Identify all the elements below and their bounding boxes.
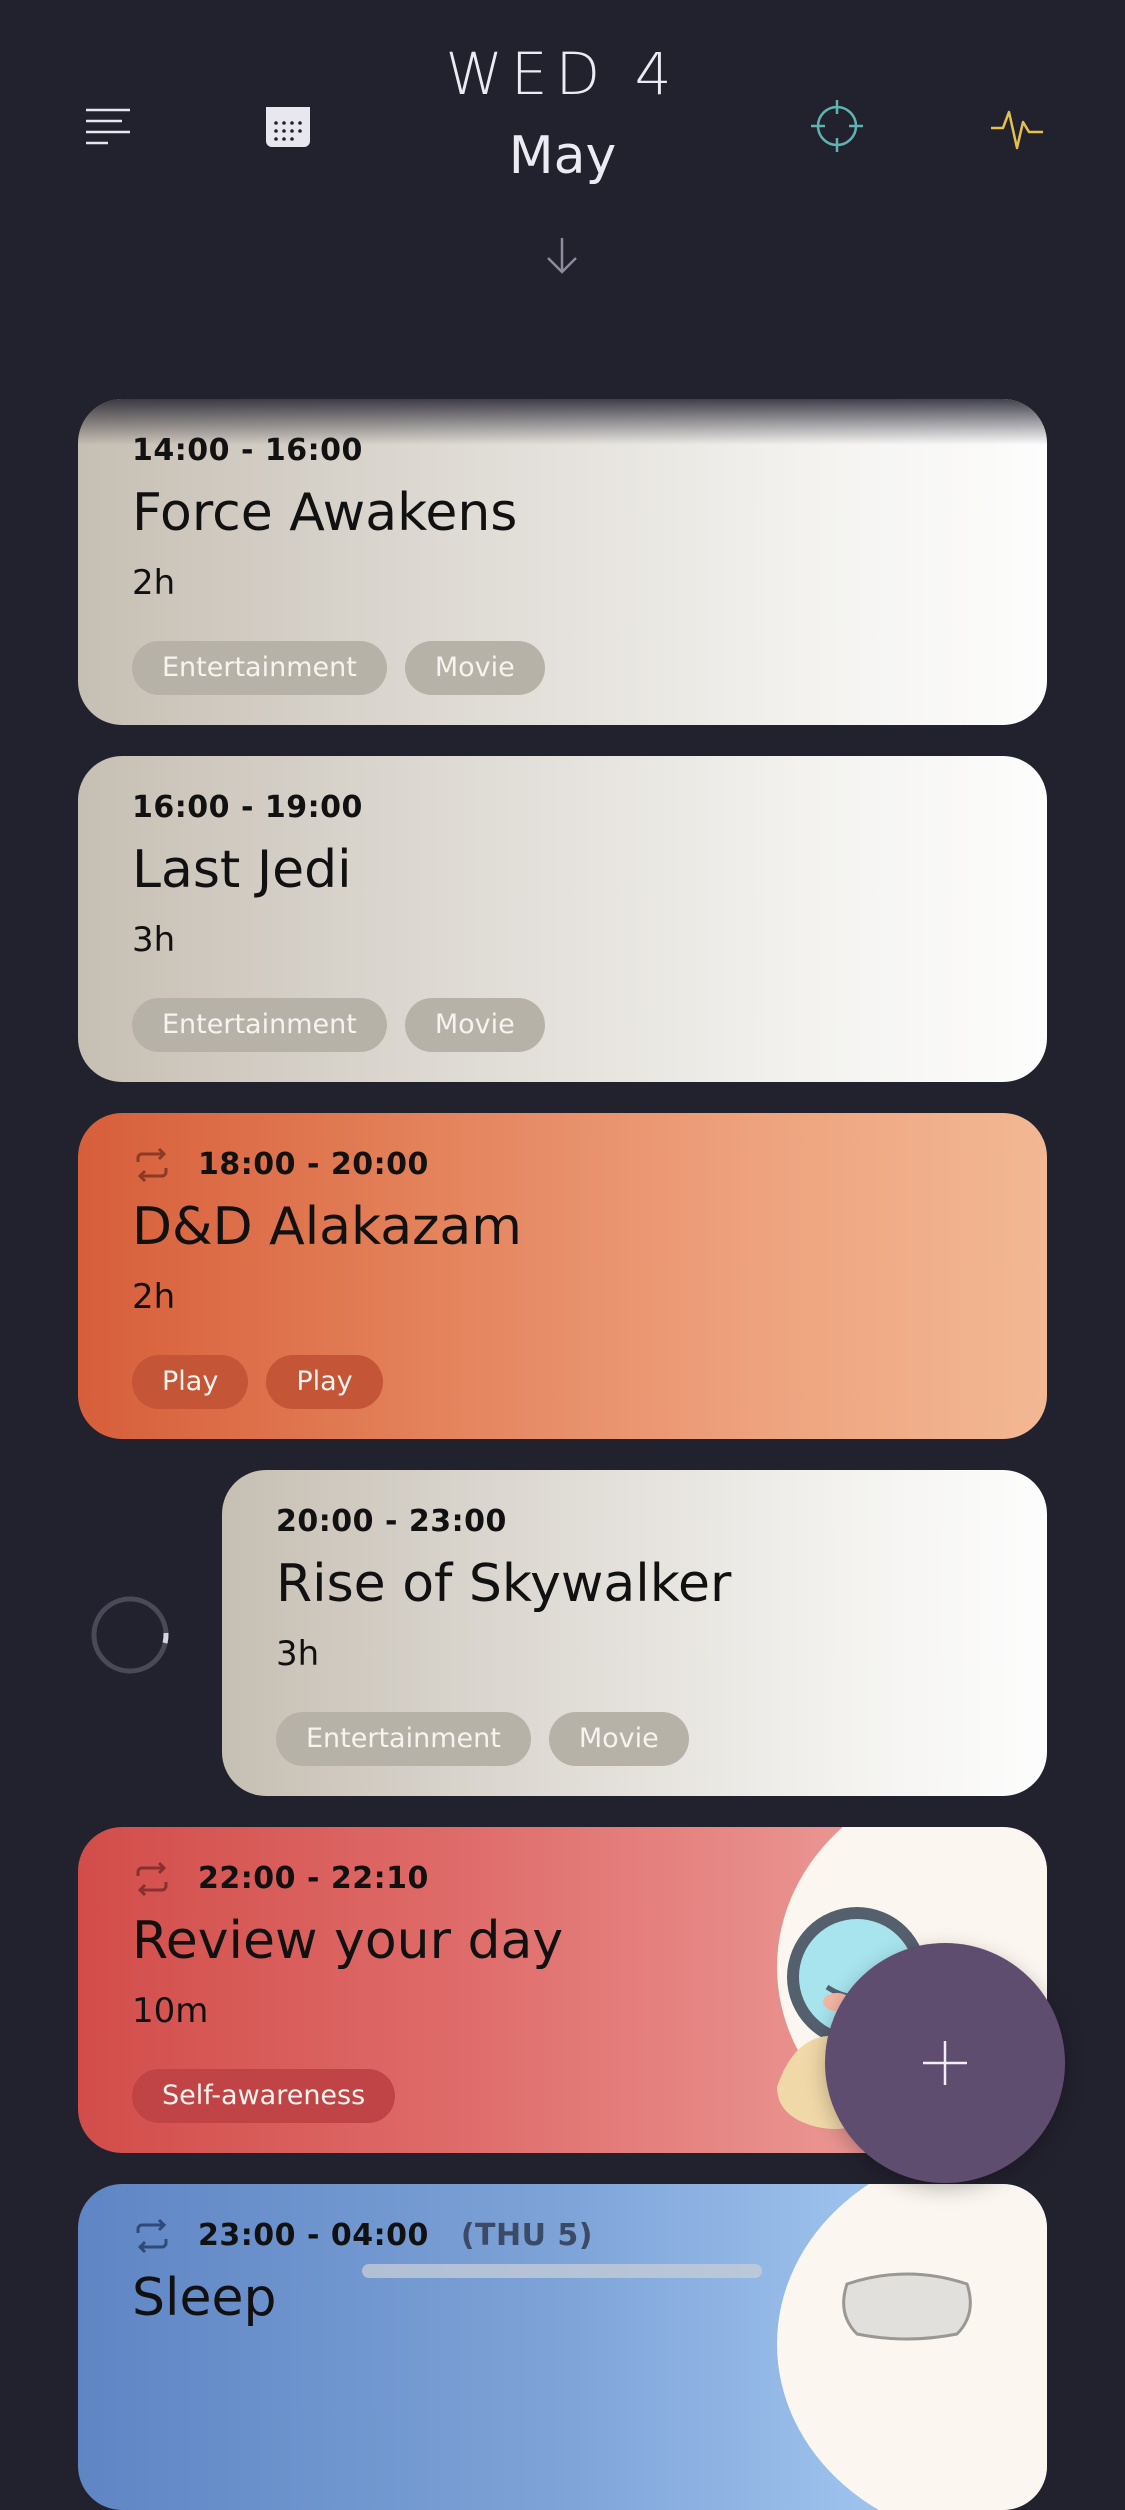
crosshair-icon[interactable]	[807, 96, 867, 156]
tag-movie[interactable]: Movie	[404, 641, 545, 695]
date-month: May	[508, 126, 617, 186]
plus-icon	[923, 2041, 967, 2085]
event-time: 14:00 - 16:00	[132, 433, 363, 468]
sleep-illustration	[777, 2184, 1047, 2510]
tag-entertainment[interactable]: Entertainment	[132, 998, 387, 1052]
home-indicator[interactable]	[362, 2264, 762, 2278]
event-title: Review your day	[132, 1911, 564, 1971]
event-title: D&D Alakazam	[132, 1197, 522, 1257]
event-time: 18:00 - 20:00	[132, 1147, 429, 1182]
repeat-icon	[136, 1147, 168, 1182]
event-card-rise-of-skywalker[interactable]: 20:00 - 23:00 Rise of Skywalker 3h Enter…	[222, 1470, 1047, 1796]
event-time: 20:00 - 23:00	[276, 1504, 507, 1539]
tag-play[interactable]: Play	[132, 1355, 249, 1409]
event-card-force-awakens[interactable]: 14:00 - 16:00 Force Awakens 2h Entertain…	[78, 399, 1047, 725]
event-duration: 3h	[276, 1634, 320, 1674]
tag-entertainment[interactable]: Entertainment	[276, 1712, 531, 1766]
event-duration: 2h	[132, 1277, 176, 1317]
event-card-dnd-alakazam[interactable]: 18:00 - 20:00 D&D Alakazam 2h Play Play	[78, 1113, 1047, 1439]
pulse-icon[interactable]	[987, 96, 1047, 156]
event-time: 23:00 - 04:00 (THU 5)	[132, 2218, 593, 2253]
event-title: Rise of Skywalker	[276, 1554, 732, 1614]
arrow-down-icon[interactable]	[532, 226, 592, 286]
tag-entertainment[interactable]: Entertainment	[132, 641, 387, 695]
tag-self-awareness[interactable]: Self-awareness	[132, 2069, 396, 2123]
event-card-last-jedi[interactable]: 16:00 - 19:00 Last Jedi 3h Entertainment…	[78, 756, 1047, 1082]
event-title: Sleep	[132, 2268, 277, 2328]
progress-ring	[88, 1593, 172, 1677]
event-time-next-day: (THU 5)	[460, 2218, 593, 2253]
date-weekday: WED 4	[445, 40, 680, 108]
repeat-icon	[136, 2218, 168, 2253]
event-time: 16:00 - 19:00	[132, 790, 363, 825]
event-card-sleep[interactable]: 23:00 - 04:00 (THU 5) Sleep	[78, 2184, 1047, 2510]
tag-movie[interactable]: Movie	[548, 1712, 689, 1766]
event-time: 22:00 - 22:10	[132, 1861, 429, 1896]
tag-movie[interactable]: Movie	[404, 998, 545, 1052]
event-title: Last Jedi	[132, 840, 352, 900]
event-duration: 10m	[132, 1991, 209, 2031]
event-duration: 2h	[132, 563, 176, 603]
repeat-icon	[136, 1861, 168, 1896]
tag-play[interactable]: Play	[266, 1355, 383, 1409]
event-duration: 3h	[132, 920, 176, 960]
add-event-button[interactable]	[825, 1943, 1065, 2183]
event-title: Force Awakens	[132, 483, 518, 543]
